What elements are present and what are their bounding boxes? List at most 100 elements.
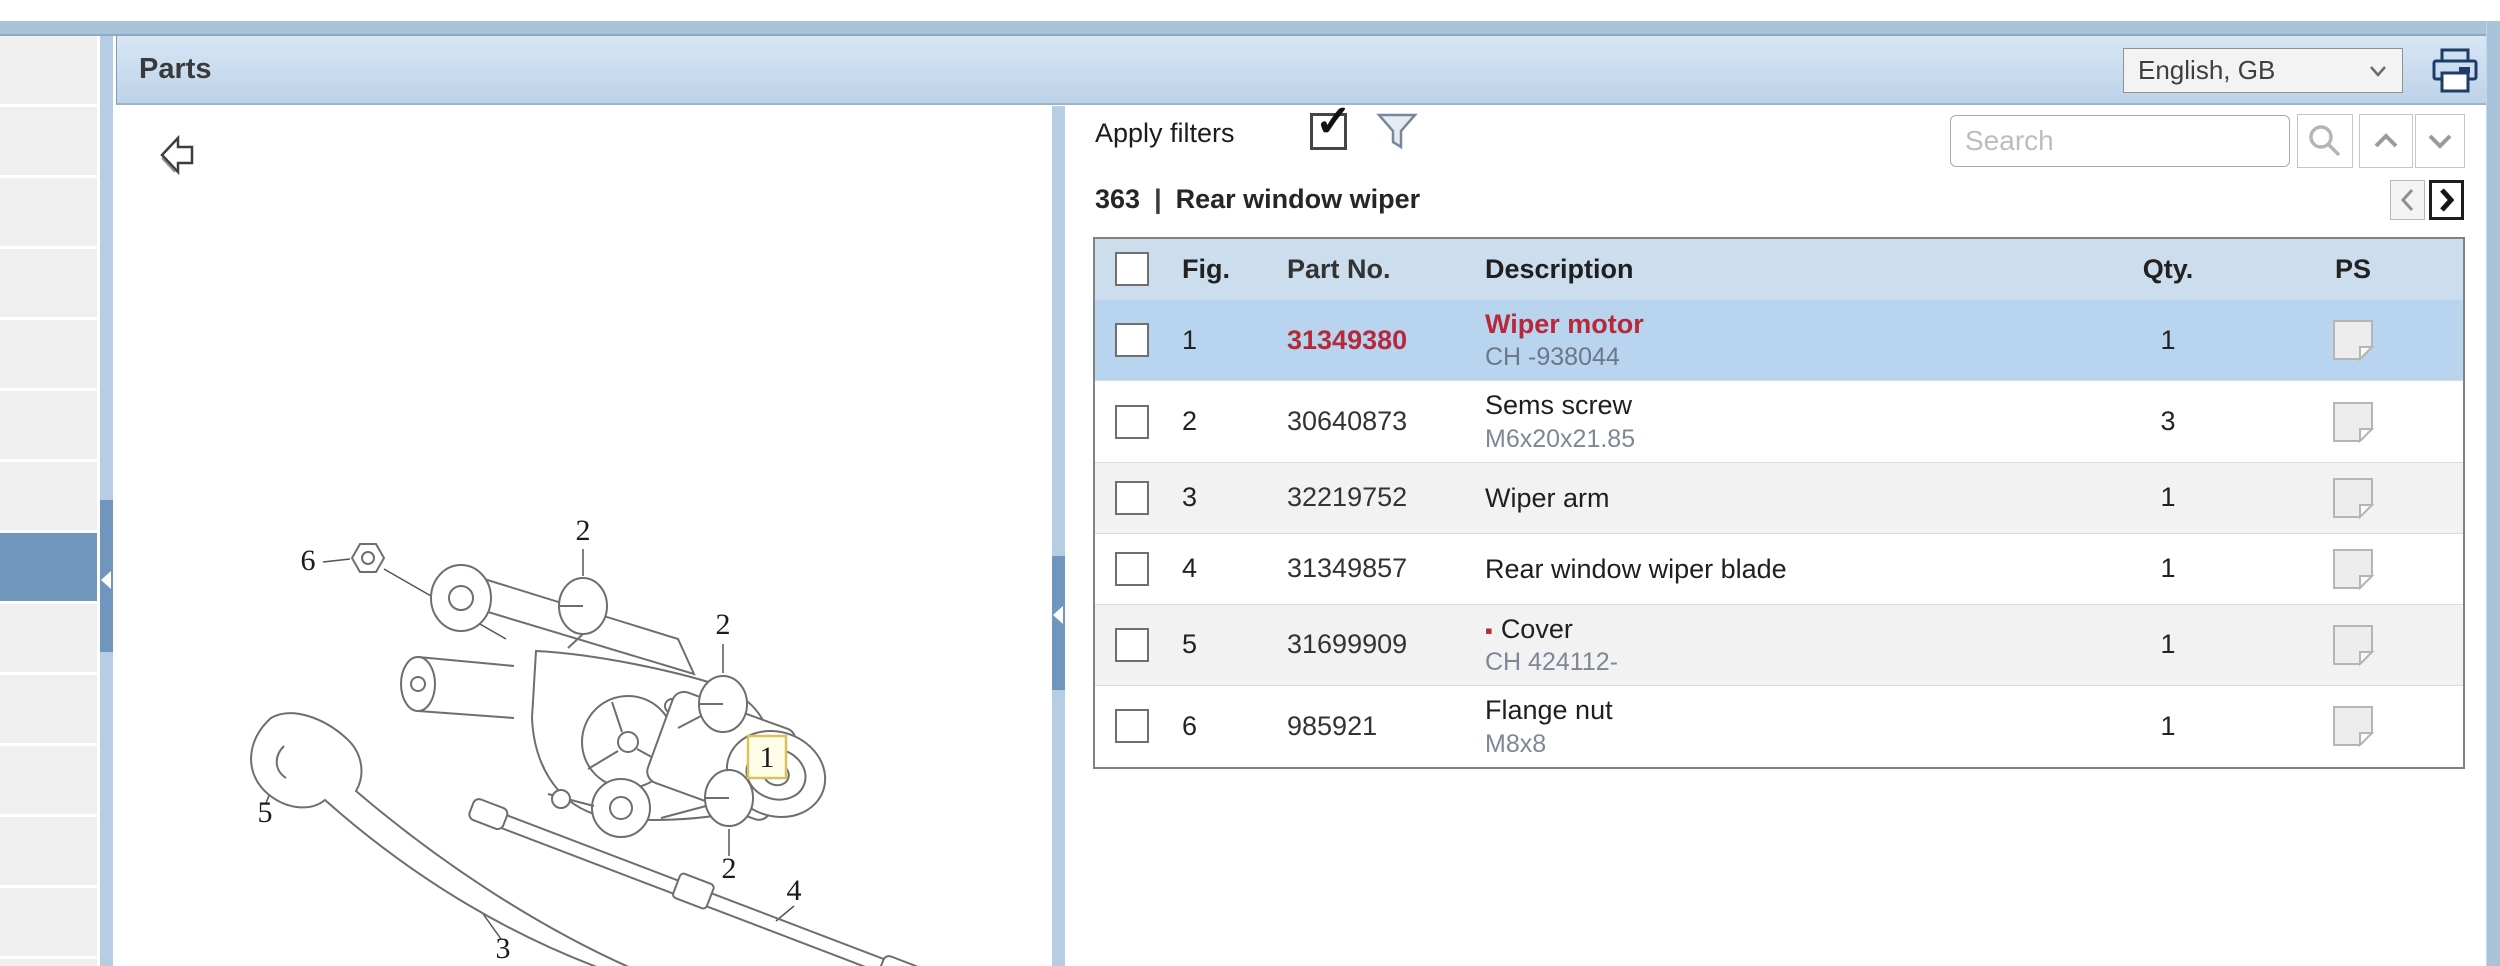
breadcrumb-separator: | — [1154, 184, 1162, 214]
table-row[interactable]: 6 985921 Flange nut M8x8 1 — [1095, 685, 2463, 766]
diagram-callout[interactable]: 5 — [258, 796, 273, 829]
part-number: 30640873 — [1287, 406, 1408, 437]
fig-number: 3 — [1182, 482, 1198, 513]
table-row[interactable]: 3 32219752 Wiper arm 1 — [1095, 461, 2463, 533]
sidebar-item[interactable] — [0, 817, 97, 885]
sidebar-item[interactable] — [0, 746, 97, 814]
apply-filters-label: Apply filters — [1095, 118, 1235, 148]
note-icon[interactable] — [2330, 399, 2376, 445]
row-checkbox[interactable] — [1115, 480, 1149, 515]
diagram-panel: 6 2 2 1 2 5 3 4 — [116, 106, 1052, 966]
part-sub-description: M8x8 — [1485, 729, 1547, 758]
table-row[interactable]: 4 31349857 Rear window wiper blade 1 — [1095, 532, 2463, 604]
chevron-down-icon — [2370, 65, 2386, 77]
sidebar-item[interactable] — [0, 675, 97, 743]
part-sub-description: M6x20x21.85 — [1485, 424, 1636, 453]
row-checkbox[interactable] — [1115, 404, 1149, 439]
window-right-border — [2486, 21, 2500, 966]
sidebar-item-selected[interactable] — [0, 533, 97, 601]
search-button[interactable] — [2297, 114, 2353, 168]
sidebar-item[interactable] — [0, 320, 97, 388]
chevron-right-icon — [2439, 188, 2454, 212]
diagram-callout[interactable]: 3 — [496, 932, 511, 965]
diagram-callout[interactable]: 4 — [787, 874, 802, 907]
part-description: Wiper arm — [1485, 482, 1610, 513]
diagram-callout[interactable]: 2 — [716, 608, 731, 641]
header-fig: Fig. — [1182, 253, 1230, 284]
note-icon[interactable] — [2330, 475, 2376, 521]
fig-number: 6 — [1182, 710, 1198, 741]
sidebar-item[interactable] — [0, 391, 97, 459]
page-title: Parts — [139, 53, 212, 85]
diagram-callout[interactable]: 2 — [722, 852, 737, 885]
back-button[interactable] — [158, 134, 206, 183]
quantity: 1 — [2160, 553, 2176, 584]
quantity: 1 — [2160, 629, 2176, 660]
sidebar-item[interactable] — [0, 604, 97, 672]
note-icon[interactable] — [2330, 317, 2376, 363]
language-select[interactable]: English, GB — [2123, 48, 2403, 93]
part-description: Sems screw M6x20x21.85 — [1470, 389, 2093, 453]
diagram-callout[interactable]: 2 — [576, 514, 591, 547]
part-number: 32219752 — [1287, 482, 1408, 513]
sidebar-splitter — [100, 36, 113, 966]
note-icon[interactable] — [2330, 546, 2376, 592]
sidebar-item[interactable] — [0, 107, 97, 175]
table-row[interactable]: 1 31349380 Wiper motor CH -938044 1 — [1095, 299, 2463, 381]
row-checkbox[interactable] — [1115, 709, 1149, 744]
diagram-callout-selected[interactable]: 1 — [760, 741, 775, 774]
search-prev-button[interactable] — [2359, 114, 2413, 168]
sidebar-item[interactable] — [0, 959, 97, 966]
parts-table: Fig. Part No. Description Qty. PS 1 3134… — [1093, 237, 2465, 769]
part-number: 31349380 — [1287, 324, 1408, 355]
quantity: 1 — [2160, 482, 2176, 513]
fig-number: 5 — [1182, 629, 1198, 660]
search-icon — [2309, 125, 2341, 157]
table-row[interactable]: 5 31699909 ▪ Cover CH 424112- 1 — [1095, 603, 2463, 686]
sidebar-item[interactable] — [0, 888, 97, 956]
sidebar-item[interactable] — [0, 462, 97, 530]
quantity: 1 — [2160, 324, 2176, 355]
panel-splitter — [1052, 106, 1065, 966]
checkmark-icon: ✓ — [1315, 97, 1352, 146]
page-prev-button[interactable] — [2390, 180, 2425, 220]
header-part-no: Part No. — [1287, 253, 1391, 284]
select-all-checkbox[interactable] — [1115, 252, 1149, 286]
part-number: 985921 — [1287, 710, 1378, 741]
header-qty: Qty. — [2142, 253, 2194, 284]
note-icon[interactable] — [2330, 703, 2376, 749]
row-checkbox[interactable] — [1115, 627, 1149, 662]
sidebar-item[interactable] — [0, 36, 97, 104]
search-next-button[interactable] — [2415, 114, 2465, 168]
section-title: Rear window wiper — [1175, 184, 1421, 214]
part-sub-description: CH -938044 — [1485, 343, 1620, 372]
parts-diagram: 6 2 2 1 2 5 3 4 — [250, 514, 921, 966]
sidebar-item[interactable] — [0, 249, 97, 317]
page-next-button[interactable] — [2429, 180, 2464, 220]
sidebar-collapse-handle[interactable] — [100, 500, 113, 652]
language-select-value: English, GB — [2138, 55, 2276, 85]
part-description: Flange nut M8x8 — [1470, 694, 2093, 758]
titlebar: Parts English, GB — [116, 36, 2486, 105]
sidebar-item[interactable] — [0, 178, 97, 246]
panel-collapse-handle[interactable] — [1052, 556, 1065, 690]
header-ps: PS — [2334, 253, 2372, 284]
diagram-callout[interactable]: 6 — [301, 544, 316, 577]
fig-number: 2 — [1182, 406, 1198, 437]
chevron-up-icon — [2374, 133, 2398, 148]
filter-funnel-icon[interactable] — [1376, 112, 1418, 157]
sidebar — [0, 36, 97, 966]
part-description: Rear window wiper blade — [1485, 553, 1787, 584]
print-button[interactable] — [2429, 44, 2481, 98]
row-checkbox[interactable] — [1115, 551, 1149, 586]
table-body: 1 31349380 Wiper motor CH -938044 1 2 30… — [1095, 299, 2463, 767]
row-checkbox[interactable] — [1115, 323, 1149, 358]
apply-filters-checkbox[interactable]: ✓ — [1310, 100, 1352, 150]
note-icon[interactable] — [2330, 622, 2376, 668]
section-code: 363 — [1095, 184, 1141, 214]
red-bullet-icon: ▪ — [1485, 617, 1493, 643]
search-input[interactable] — [1950, 115, 2290, 167]
table-row[interactable]: 2 30640873 Sems screw M6x20x21.85 3 — [1095, 380, 2463, 461]
part-number: 31349857 — [1287, 553, 1408, 584]
quantity: 3 — [2160, 406, 2176, 437]
